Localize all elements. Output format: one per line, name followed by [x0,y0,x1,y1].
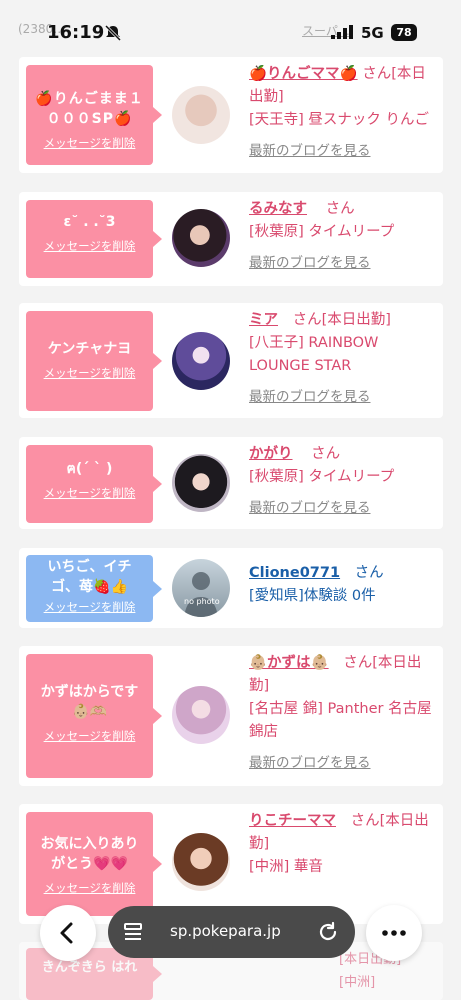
shop-info: [天王寺] 昼スナック りんご [249,112,430,128]
network-type: 5G [361,24,384,42]
profile-name-link[interactable]: 🍎りんごママ🍎 [249,66,358,82]
avatar[interactable]: no photo [172,559,230,617]
honorific: さん [311,446,341,462]
status-tag: [本日出勤] [321,312,391,328]
status-bar: (2380… スーパ… 16:19 5G 78 [0,0,461,50]
blog-link[interactable]: 最新のブログを見る [249,386,437,409]
delete-message-link[interactable]: メッセージを削除 [26,599,153,615]
message-bubble: お気に入りありがとう💗💗 メッセージを削除 [26,812,162,916]
honorific: さん [362,66,392,82]
blog-link[interactable]: 最新のブログを見る [249,140,437,163]
message-text: ケンチャナヨ [47,341,132,357]
message-text: お気に入りありがとう💗💗 [40,836,139,872]
message-bubble: ケンチャナヨ メッセージを削除 [26,311,162,411]
message-bubble: ε˘ . .˘3 メッセージを削除 [26,200,162,278]
avatar[interactable] [172,833,230,891]
message-bubble: いちご、イチゴ、苺🍓👍 メッセージを削除 [26,555,162,622]
message-bubble: 🍎りんごまま１０００SP🍎 メッセージを削除 [26,65,162,165]
delete-message-link[interactable]: メッセージを削除 [26,135,153,151]
honorific: さん [354,565,384,581]
list-item: ε˘ . .˘3 メッセージを削除 るみなす さん [秋葉原] タイムリープ 最… [19,192,443,286]
honorific: さん [343,655,373,671]
avatar[interactable] [172,86,230,144]
blog-link[interactable]: 最新のブログを見る [249,252,437,275]
list-item: いちご、イチゴ、苺🍓👍 メッセージを削除 no photo Clione0771… [19,548,443,628]
delete-message-link[interactable]: メッセージを削除 [26,365,153,381]
profile-info: 👶🏼かずは👶🏼 さん[本日出勤] [名古屋 錦] Panther 名古屋錦店 最… [249,652,437,775]
list-item: ケンチャナヨ メッセージを削除 ミア さん[本日出勤] [八王子] RAINBO… [19,303,443,418]
list-item: ฅ(ˊ ˋ ) メッセージを削除 かがり さん [秋葉原] タイムリープ 最新の… [19,437,443,529]
bell-slash-icon [104,24,122,42]
more-icon [382,930,406,936]
shop-info: [愛知県]体験談 0件 [249,588,376,604]
avatar[interactable] [172,209,230,267]
avatar[interactable] [172,686,230,744]
shop-info: [名古屋 錦] Panther 名古屋錦店 [249,701,432,740]
profile-name-link[interactable]: りこチーママ [249,813,336,829]
shop-info: [秋葉原] タイムリープ [249,224,395,240]
chevron-left-icon [60,922,73,944]
delete-message-link[interactable]: メッセージを削除 [26,880,153,896]
blog-link[interactable]: 最新のブログを見る [249,752,437,775]
profile-name-link[interactable]: Clione0771 [249,565,340,581]
url-text[interactable]: sp.pokepara.jp [170,922,281,940]
battery-icon: 78 [391,24,417,41]
no-photo-label: no photo [184,597,220,606]
profile-info: Clione0771 さん [愛知県]体験談 0件 [249,562,437,608]
honorific: さん [325,201,355,217]
profile-info: 🍎りんごママ🍎 さん[本日出勤] [天王寺] 昼スナック りんご 最新のブログを… [249,63,437,163]
profile-name-link[interactable]: かがり [249,446,293,462]
profile-info: かがり さん [秋葉原] タイムリープ 最新のブログを見る [249,443,437,520]
person-silhouette-icon [184,572,218,617]
message-text: 🍎りんごまま１０００SP🍎 [35,91,144,127]
tabs-icon[interactable] [122,920,146,944]
profile-info: ミア さん[本日出勤] [八王子] RAINBOW LOUNGE STAR 最新… [249,309,437,409]
signal-icon [331,25,353,39]
message-bubble: ฅ(ˊ ˋ ) メッセージを削除 [26,445,162,523]
message-text: ฅ(ˊ ˋ ) [66,461,113,477]
profile-name-link[interactable]: るみなす [249,201,307,217]
profile-info: りこチーママ さん[本日出勤] [中洲] 華音 [249,810,437,879]
blog-link[interactable]: 最新のブログを見る [249,497,437,520]
honorific: さん [350,813,380,829]
message-text: かずはからです👶🏼🫶🏼 [40,684,139,720]
back-button[interactable] [40,905,96,961]
message-text: きんぞきら はれ [41,960,138,975]
delete-message-link[interactable]: メッセージを削除 [26,728,153,744]
shop-info: [中洲] [339,975,376,990]
delete-message-link[interactable]: メッセージを削除 [26,485,153,501]
profile-name-link[interactable]: ミア [249,312,278,328]
more-button[interactable] [366,905,422,961]
avatar[interactable] [172,454,230,512]
reload-icon[interactable] [316,920,340,944]
profile-info: るみなす さん [秋葉原] タイムリープ 最新のブログを見る [249,198,437,275]
address-bar[interactable]: sp.pokepara.jp [108,906,355,958]
shop-info: [秋葉原] タイムリープ [249,469,395,485]
honorific: さん [292,312,322,328]
message-text: いちご、イチゴ、苺🍓👍 [47,559,132,595]
message-text: ε˘ . .˘3 [63,214,116,230]
delete-message-link[interactable]: メッセージを削除 [26,238,153,254]
list-item: 🍎りんごまま１０００SP🍎 メッセージを削除 🍎りんごママ🍎 さん[本日出勤] … [19,57,443,173]
shop-info: [中洲] 華音 [249,859,323,875]
avatar[interactable] [172,332,230,390]
list-item: かずはからです👶🏼🫶🏼 メッセージを削除 👶🏼かずは👶🏼 さん[本日出勤] [名… [19,646,443,786]
message-bubble: かずはからです👶🏼🫶🏼 メッセージを削除 [26,654,162,778]
profile-name-link[interactable]: 👶🏼かずは👶🏼 [249,655,329,671]
shop-info: [八王子] RAINBOW LOUNGE STAR [249,335,379,374]
clock: 16:19 [47,22,105,43]
